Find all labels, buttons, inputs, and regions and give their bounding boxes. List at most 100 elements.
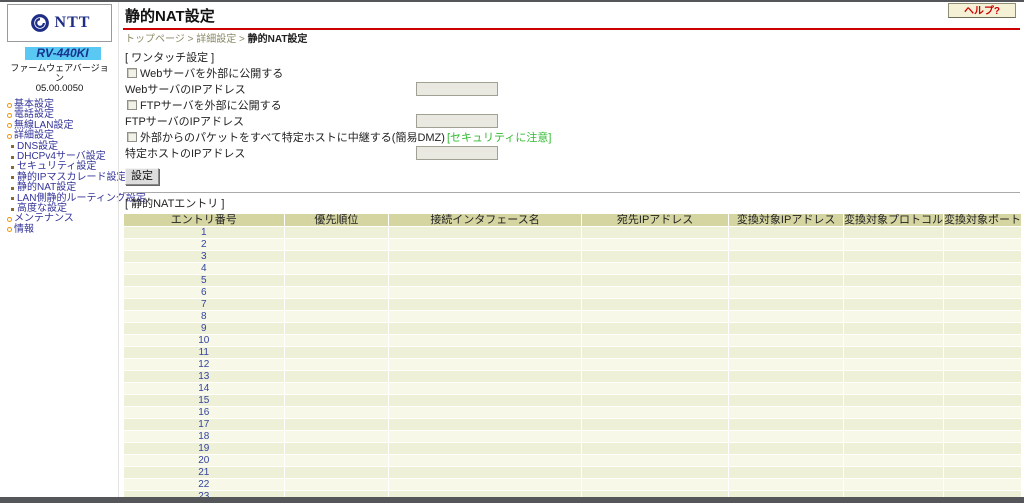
empty-cell bbox=[284, 359, 389, 370]
entry-number-link[interactable]: 16 bbox=[124, 407, 284, 418]
empty-cell bbox=[843, 239, 943, 250]
entry-number-link[interactable]: 21 bbox=[124, 467, 284, 478]
column-header: 変換対象プロトコル bbox=[843, 214, 943, 226]
empty-cell bbox=[389, 443, 581, 454]
entry-number-link[interactable]: 3 bbox=[124, 251, 284, 262]
empty-cell bbox=[581, 251, 729, 262]
empty-cell bbox=[284, 263, 389, 274]
ip-address-input[interactable] bbox=[416, 146, 498, 160]
empty-cell bbox=[284, 287, 389, 298]
empty-cell bbox=[943, 419, 1021, 430]
ip-field-row: FTPサーバのIPアドレス bbox=[125, 113, 1022, 129]
sidebar-item-静的NAT設定[interactable]: 静的NAT設定 bbox=[7, 182, 118, 193]
entry-number-link[interactable]: 2 bbox=[124, 239, 284, 250]
empty-cell bbox=[284, 275, 389, 286]
empty-cell bbox=[284, 251, 389, 262]
empty-cell bbox=[389, 227, 581, 238]
empty-cell bbox=[843, 359, 943, 370]
entry-number-link[interactable]: 15 bbox=[124, 395, 284, 406]
entry-number-link[interactable]: 18 bbox=[124, 431, 284, 442]
breadcrumb-current: 静的NAT設定 bbox=[247, 34, 308, 45]
onetouch-rows: Webサーバを外部に公開する WebサーバのIPアドレス FTPサーバを外部に公開す… bbox=[123, 65, 1022, 161]
empty-cell bbox=[284, 383, 389, 394]
empty-cell bbox=[581, 311, 729, 322]
empty-cell bbox=[943, 407, 1021, 418]
empty-cell bbox=[843, 335, 943, 346]
empty-cell bbox=[843, 479, 943, 490]
table-row: 9 bbox=[124, 323, 1021, 334]
help-button[interactable]: ヘルプ? bbox=[948, 3, 1016, 18]
empty-cell bbox=[581, 299, 729, 310]
entry-number-link[interactable]: 17 bbox=[124, 419, 284, 430]
sidebar-item-詳細設定[interactable]: 詳細設定 bbox=[7, 130, 118, 141]
empty-cell bbox=[843, 311, 943, 322]
empty-cell bbox=[389, 299, 581, 310]
nat-table-header-row: エントリ番号 優先順位 接続インタフェース名 宛先IPアドレス 変換対象IPアドレス 変換… bbox=[124, 214, 1021, 226]
checkbox[interactable] bbox=[127, 68, 137, 78]
entry-number-link[interactable]: 9 bbox=[124, 323, 284, 334]
entry-number-link[interactable]: 6 bbox=[124, 287, 284, 298]
ip-address-input[interactable] bbox=[416, 82, 498, 96]
dot-bullet-icon bbox=[11, 207, 14, 211]
empty-cell bbox=[389, 419, 581, 430]
table-row: 17 bbox=[124, 419, 1021, 430]
empty-cell bbox=[581, 359, 729, 370]
submit-button[interactable]: 設定 bbox=[125, 168, 159, 185]
empty-cell bbox=[943, 335, 1021, 346]
empty-cell bbox=[943, 479, 1021, 490]
breadcrumb-link[interactable]: トップページ bbox=[125, 34, 185, 45]
empty-cell bbox=[943, 275, 1021, 286]
empty-cell bbox=[389, 455, 581, 466]
checkbox[interactable] bbox=[127, 100, 137, 110]
entry-number-link[interactable]: 7 bbox=[124, 299, 284, 310]
entry-number-link[interactable]: 13 bbox=[124, 371, 284, 382]
entry-number-link[interactable]: 20 bbox=[124, 455, 284, 466]
empty-cell bbox=[843, 251, 943, 262]
sidebar-nav: 基本設定 電話設定 無線LAN設定 詳細設定 DNS設定 DHCPv4サーバ設定 セキュリテ… bbox=[7, 99, 146, 235]
circle-bullet-icon bbox=[7, 123, 12, 129]
table-row: 3 bbox=[124, 251, 1021, 262]
empty-cell bbox=[943, 431, 1021, 442]
checkbox[interactable] bbox=[127, 132, 137, 142]
empty-cell bbox=[843, 443, 943, 454]
entry-number-link[interactable]: 1 bbox=[124, 227, 284, 238]
entry-number-link[interactable]: 8 bbox=[124, 311, 284, 322]
empty-cell bbox=[284, 323, 389, 334]
empty-cell bbox=[843, 323, 943, 334]
sidebar: NTT RV-440KI ファームウェアバージョン 05.00.0050 基本設… bbox=[0, 2, 146, 503]
empty-cell bbox=[943, 311, 1021, 322]
table-row: 18 bbox=[124, 431, 1021, 442]
entry-number-link[interactable]: 19 bbox=[124, 443, 284, 454]
sidebar-item-情報[interactable]: 情報 bbox=[7, 224, 118, 235]
table-row: 4 bbox=[124, 263, 1021, 274]
empty-cell bbox=[389, 479, 581, 490]
empty-cell bbox=[284, 467, 389, 478]
table-row: 20 bbox=[124, 455, 1021, 466]
entry-number-link[interactable]: 11 bbox=[124, 347, 284, 358]
entry-number-link[interactable]: 4 bbox=[124, 263, 284, 274]
empty-cell bbox=[284, 455, 389, 466]
empty-cell bbox=[729, 395, 843, 406]
entry-number-link[interactable]: 5 bbox=[124, 275, 284, 286]
empty-cell bbox=[581, 227, 729, 238]
empty-cell bbox=[843, 347, 943, 358]
breadcrumb-link[interactable]: 詳細設定 bbox=[196, 34, 236, 45]
window-top-edge bbox=[0, 0, 1024, 2]
table-row: 7 bbox=[124, 299, 1021, 310]
empty-cell bbox=[729, 431, 843, 442]
empty-cell bbox=[581, 407, 729, 418]
entry-number-link[interactable]: 10 bbox=[124, 335, 284, 346]
ip-field-label: FTPサーバのIPアドレス bbox=[125, 116, 245, 128]
empty-cell bbox=[729, 299, 843, 310]
entry-number-link[interactable]: 12 bbox=[124, 359, 284, 370]
ip-field-label: 特定ホストのIPアドレス bbox=[125, 148, 246, 160]
empty-cell bbox=[389, 431, 581, 442]
entry-number-link[interactable]: 22 bbox=[124, 479, 284, 490]
circle-bullet-icon bbox=[7, 133, 12, 139]
empty-cell bbox=[843, 371, 943, 382]
empty-cell bbox=[581, 443, 729, 454]
ip-address-input[interactable] bbox=[416, 114, 498, 128]
empty-cell bbox=[581, 383, 729, 394]
entry-number-link[interactable]: 14 bbox=[124, 383, 284, 394]
breadcrumb-separator: > bbox=[184, 34, 197, 45]
